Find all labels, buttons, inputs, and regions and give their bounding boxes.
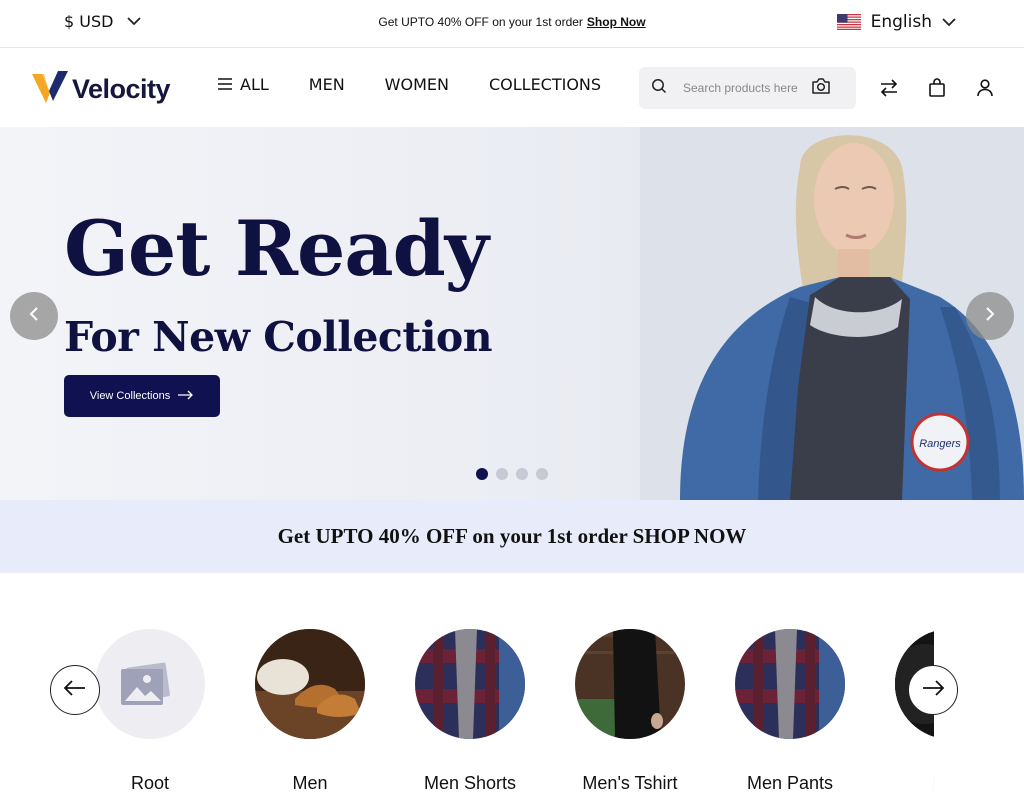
nav-women-label: WOMEN bbox=[384, 75, 449, 94]
category-item[interactable]: Men's Tshirt bbox=[550, 629, 710, 794]
category-image bbox=[95, 629, 205, 739]
chevron-down-icon bbox=[942, 17, 956, 27]
category-item[interactable]: Men bbox=[230, 629, 390, 794]
hero-dot[interactable] bbox=[476, 468, 488, 480]
camera-search-icon[interactable] bbox=[811, 77, 831, 99]
category-prev-button[interactable] bbox=[50, 665, 100, 715]
search-icon[interactable] bbox=[651, 78, 667, 98]
hero-dot[interactable] bbox=[496, 468, 508, 480]
nav-all[interactable]: ALL bbox=[218, 75, 269, 94]
nav-all-label: ALL bbox=[240, 75, 269, 94]
category-image bbox=[735, 629, 845, 739]
us-flag-icon bbox=[836, 14, 861, 30]
menu-icon bbox=[218, 75, 232, 94]
category-item[interactable]: Men Pants bbox=[710, 629, 870, 794]
promo-band[interactable]: Get UPTO 40% OFF on your 1st order SHOP … bbox=[0, 500, 1024, 573]
brand-logo[interactable]: Velocity bbox=[32, 71, 171, 107]
arrow-left-icon bbox=[63, 680, 86, 700]
category-label: Men Shorts bbox=[423, 773, 517, 793]
hero-subtitle: For New Collection bbox=[64, 313, 493, 361]
chevron-left-icon bbox=[29, 306, 39, 326]
view-collections-label: View Collections bbox=[89, 390, 171, 402]
category-label: Men bbox=[870, 773, 934, 794]
category-label: Men bbox=[292, 773, 328, 793]
category-image bbox=[415, 629, 525, 739]
category-image bbox=[575, 629, 685, 739]
svg-text:Rangers: Rangers bbox=[919, 438, 961, 450]
view-collections-button[interactable]: View Collections bbox=[64, 375, 220, 417]
hero-dot[interactable] bbox=[516, 468, 528, 480]
nav-women[interactable]: WOMEN bbox=[385, 75, 449, 94]
image-placeholder-icon bbox=[121, 662, 170, 705]
category-label: Men Pants bbox=[746, 773, 834, 793]
announcement-bar: $ USD Get UPTO 40% OFF on your 1st order… bbox=[0, 0, 1024, 48]
category-track: Root Men Men Shorts Men's Tshirt Men Pan… bbox=[70, 629, 934, 800]
hero-title: Get Ready bbox=[64, 204, 489, 293]
category-item[interactable]: Root bbox=[70, 629, 230, 794]
hero-dot[interactable] bbox=[536, 468, 548, 480]
chevron-right-icon bbox=[985, 306, 995, 326]
top-promo-text: Get UPTO 40% OFF on your 1st order bbox=[378, 15, 583, 29]
main-header: Velocity ALL MEN WOMEN COLLECTIONS bbox=[0, 49, 1024, 127]
language-selector[interactable]: English bbox=[836, 12, 956, 32]
bag-icon[interactable] bbox=[926, 77, 948, 99]
category-image bbox=[255, 629, 365, 739]
logo-mark-icon bbox=[32, 71, 68, 107]
search-box bbox=[639, 67, 856, 109]
nav-collections[interactable]: COLLECTIONS bbox=[489, 75, 601, 94]
nav-collections-label: COLLECTIONS bbox=[488, 75, 602, 94]
nav-men-label: MEN bbox=[308, 75, 345, 94]
nav-men[interactable]: MEN bbox=[309, 75, 345, 94]
user-icon[interactable] bbox=[974, 77, 996, 99]
header-actions bbox=[878, 77, 996, 99]
category-label: Men's Tshirt bbox=[582, 773, 678, 793]
hero-next-button[interactable] bbox=[966, 292, 1014, 340]
category-next-button[interactable] bbox=[908, 665, 958, 715]
main-nav: ALL MEN WOMEN COLLECTIONS bbox=[218, 75, 601, 94]
hero-prev-button[interactable] bbox=[10, 292, 58, 340]
arrow-right-icon bbox=[178, 390, 194, 403]
category-label: Root bbox=[130, 773, 170, 793]
category-carousel: Root Men Men Shorts Men's Tshirt Men Pan… bbox=[0, 573, 1024, 800]
shop-now-link[interactable]: Shop Now bbox=[587, 15, 646, 29]
compare-icon[interactable] bbox=[878, 77, 900, 99]
search-input[interactable] bbox=[683, 81, 811, 95]
hero-banner: Rangers Get Ready For New Collection Vie… bbox=[0, 127, 1024, 500]
promo-band-text: Get UPTO 40% OFF on your 1st order SHOP … bbox=[277, 524, 747, 548]
hero-pagination bbox=[476, 468, 548, 480]
category-item[interactable]: Men Shorts bbox=[390, 629, 550, 794]
brand-name: Velocity bbox=[72, 73, 171, 104]
language-label: English bbox=[870, 12, 932, 32]
arrow-right-icon bbox=[922, 680, 945, 700]
